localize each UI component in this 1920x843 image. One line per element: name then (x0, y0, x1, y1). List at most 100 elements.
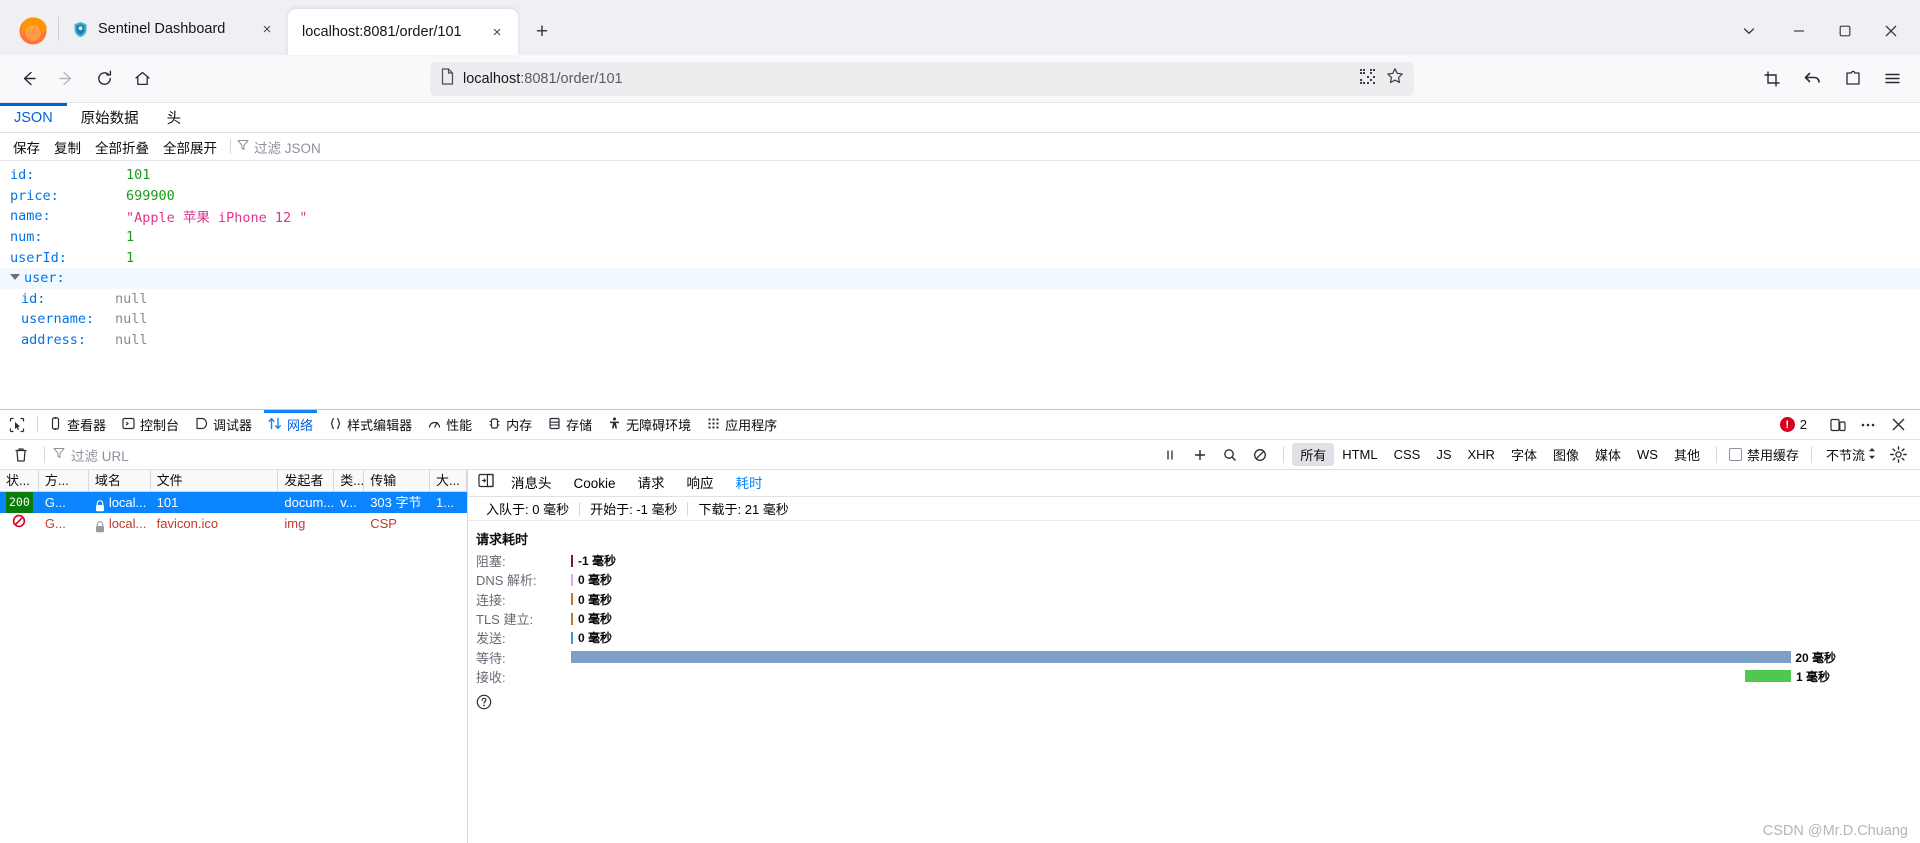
column-header-file[interactable]: 文件 (151, 470, 279, 492)
cell-domain-text: local... (108, 495, 147, 510)
devtools-tab-application[interactable]: 应用程序 (699, 410, 785, 439)
element-picker-icon[interactable] (0, 410, 34, 439)
devtools-tab-accessibility[interactable]: 无障碍环境 (600, 410, 699, 439)
devtools-tab-label: 样式编辑器 (347, 418, 413, 433)
reload-button-icon[interactable] (86, 62, 122, 96)
qr-code-icon[interactable] (1359, 68, 1376, 90)
devtools-tab-debugger[interactable]: 调试器 (187, 410, 260, 439)
gear-icon[interactable] (1882, 443, 1914, 467)
json-row[interactable]: id: null (0, 289, 1920, 310)
json-tab-json[interactable]: JSON (0, 103, 67, 132)
help-circle-icon[interactable] (476, 694, 1920, 715)
responsive-design-mode-icon[interactable] (1824, 412, 1852, 438)
tab-localhost-order-101[interactable]: localhost:8081/order/101 × (288, 9, 518, 55)
error-count-badge[interactable]: ! 2 (1779, 417, 1813, 432)
column-header-initiator[interactable]: 发起者 (278, 470, 335, 492)
forward-button-icon[interactable] (48, 62, 84, 96)
undo-arrow-icon[interactable] (1794, 62, 1830, 96)
column-header-transferred[interactable]: 传输 (364, 470, 431, 492)
more-options-icon[interactable] (1854, 412, 1882, 438)
detail-tab-request[interactable]: 请求 (627, 470, 676, 497)
filter-type-font[interactable]: 字体 (1503, 443, 1545, 466)
plus-icon[interactable] (1185, 443, 1215, 467)
filter-type-css[interactable]: CSS (1386, 445, 1429, 464)
filter-type-ws[interactable]: WS (1629, 445, 1666, 464)
no-entry-icon[interactable] (1245, 443, 1275, 467)
json-collapse-all-button[interactable]: 全部折叠 (88, 137, 156, 157)
json-row[interactable]: userId: 1 (0, 247, 1920, 268)
window-maximize-icon[interactable] (1822, 13, 1868, 49)
json-row[interactable]: username: null (0, 309, 1920, 330)
json-row[interactable]: num: 1 (0, 227, 1920, 248)
network-filter-input[interactable]: 过滤 URL (53, 445, 129, 465)
devtools-tab-style-editor[interactable]: 样式编辑器 (321, 410, 420, 439)
devtools-tab-performance[interactable]: 性能 (420, 410, 480, 439)
table-row[interactable]: 200 G... local... 101 docum... v... 303 … (0, 492, 467, 513)
json-row-user-object[interactable]: user: (0, 267, 1920, 289)
cell-file: 101 (156, 495, 179, 510)
filter-type-all[interactable]: 所有 (1292, 443, 1335, 466)
cell-domain: local... (89, 513, 151, 534)
filter-type-other[interactable]: 其他 (1666, 443, 1708, 466)
filter-type-html[interactable]: HTML (1334, 445, 1385, 464)
timing-row: 连接: 0 毫秒 (468, 590, 1920, 609)
json-tab-headers[interactable]: 头 (153, 103, 196, 132)
column-header-type[interactable]: 类... (334, 470, 365, 492)
url-bar[interactable]: localhost:8081/order/101 (430, 61, 1414, 96)
json-row[interactable]: price: 699900 (0, 186, 1920, 207)
devtools-tab-network[interactable]: 网络 (260, 410, 321, 439)
extensions-icon[interactable] (1834, 62, 1870, 96)
json-copy-button[interactable]: 复制 (47, 137, 88, 157)
table-row[interactable]: G... local... favicon.ico img CSP (0, 513, 467, 534)
timing-value: -1 毫秒 (578, 554, 617, 569)
timing-bar (1745, 670, 1791, 683)
devtools-tab-inspector[interactable]: 查看器 (41, 410, 114, 439)
home-button-icon[interactable] (124, 62, 160, 96)
tab-sentinel-dashboard[interactable]: Sentinel Dashboard × (58, 8, 288, 50)
inspector-icon (49, 416, 62, 433)
json-row[interactable]: name: "Apple 苹果 iPhone 12 " (0, 206, 1920, 227)
expand-panel-icon[interactable] (472, 470, 500, 497)
column-header-method[interactable]: 方... (39, 470, 89, 492)
json-filter-input[interactable]: 过滤 JSON (237, 137, 321, 157)
bookmark-star-icon[interactable] (1386, 67, 1404, 90)
back-button-icon[interactable] (10, 62, 46, 96)
trash-icon[interactable] (6, 447, 36, 463)
detail-tab-response[interactable]: 响应 (676, 470, 725, 497)
column-header-status[interactable]: 状... (0, 470, 39, 492)
filter-type-xhr[interactable]: XHR (1460, 445, 1503, 464)
tab-close-icon[interactable]: × (256, 18, 278, 40)
detail-tab-headers[interactable]: 消息头 (500, 470, 563, 497)
request-detail-tabs: 消息头 Cookie 请求 响应 耗时 (468, 470, 1920, 497)
app-menu-icon[interactable] (1874, 62, 1910, 96)
detail-tab-cookies[interactable]: Cookie (563, 470, 627, 497)
detail-tab-timings[interactable]: 耗时 (725, 470, 774, 497)
search-icon[interactable] (1215, 443, 1245, 467)
json-tab-raw-data[interactable]: 原始数据 (67, 103, 153, 132)
new-tab-button[interactable]: + (526, 16, 558, 48)
throttle-dropdown[interactable]: 不节流 (1820, 445, 1882, 464)
devtools-tab-memory[interactable]: 内存 (480, 410, 540, 439)
browser-window: Sentinel Dashboard × localhost:8081/orde… (0, 0, 1920, 843)
timing-bar (571, 554, 573, 567)
pause-icon[interactable] (1155, 443, 1185, 467)
json-save-button[interactable]: 保存 (6, 137, 47, 157)
tab-close-icon[interactable]: × (486, 21, 508, 43)
collapse-triangle-icon[interactable] (10, 274, 20, 284)
devtools-tab-console[interactable]: 控制台 (114, 410, 187, 439)
disable-cache-checkbox[interactable]: 禁用缓存 (1725, 445, 1803, 464)
filter-type-image[interactable]: 图像 (1545, 443, 1587, 466)
close-devtools-icon[interactable] (1884, 412, 1912, 438)
list-all-tabs-chevron-down-icon[interactable] (1722, 13, 1776, 49)
window-minimize-icon[interactable] (1776, 13, 1822, 49)
column-header-domain[interactable]: 域名 (89, 470, 151, 492)
screenshot-icon[interactable] (1754, 62, 1790, 96)
json-row[interactable]: id: 101 (0, 165, 1920, 186)
window-close-icon[interactable] (1868, 13, 1914, 49)
filter-type-js[interactable]: JS (1428, 445, 1459, 464)
json-row[interactable]: address: null (0, 330, 1920, 351)
column-header-size[interactable]: 大... (430, 470, 467, 492)
filter-type-media[interactable]: 媒体 (1587, 443, 1629, 466)
json-expand-all-button[interactable]: 全部展开 (156, 137, 224, 157)
devtools-tab-storage[interactable]: 存储 (540, 410, 600, 439)
